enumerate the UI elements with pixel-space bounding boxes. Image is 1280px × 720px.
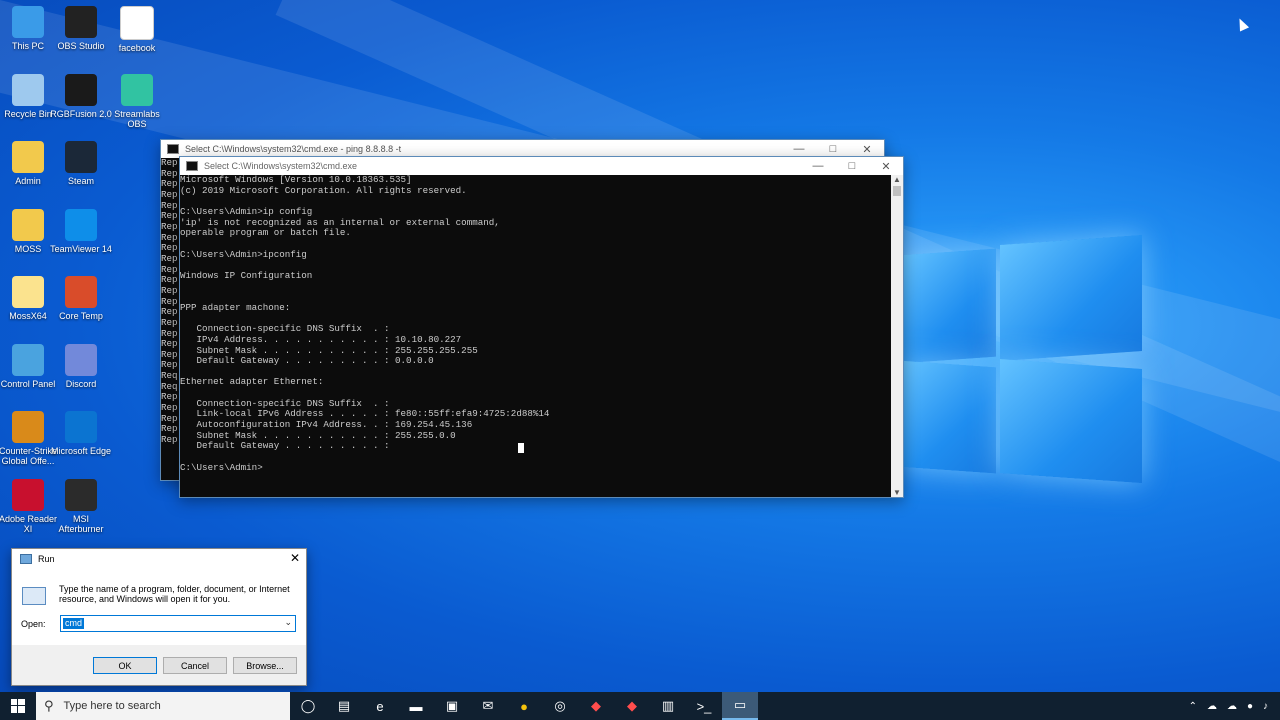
volume-icon[interactable]: ♪ [1263,701,1268,712]
edge-icon [65,411,97,443]
rgbfusion-icon [65,73,97,106]
scrollbar[interactable]: ▲ ▼ [891,175,903,497]
window-title: Select C:\Windows\system32\cmd.exe - pin… [185,144,402,154]
windows-logo-icon [900,235,1145,483]
ok-button[interactable]: OK [93,657,157,674]
cmd-icon [186,161,198,171]
desktop-icon-label: MSI Afterburner [58,513,104,534]
discord-icon [65,343,97,376]
onedrive-icon[interactable]: ☁ [1227,701,1237,712]
desktop-icon[interactable]: facebook [106,6,168,53]
scroll-up-icon[interactable]: ▲ [891,175,903,184]
control-panel-icon [12,343,44,376]
run-icon [22,587,46,605]
close-button[interactable]: ✕ [290,551,300,565]
browse-button[interactable]: Browse... [233,657,297,674]
obs-icon[interactable]: ◎ [542,692,578,720]
scroll-down-icon[interactable]: ▼ [891,488,903,497]
chevron-up-icon[interactable]: ⌃ [1189,701,1197,712]
task-view-icon[interactable]: ▤ [326,692,362,720]
dialog-description: Type the name of a program, folder, docu… [59,584,290,604]
open-label: Open: [21,619,46,629]
windows-start-icon [11,699,25,713]
titlebar[interactable]: Select C:\Windows\system32\cmd.exe — □ ✕ [180,157,903,175]
desktop-icon-label: Microsoft Edge [50,446,112,456]
run-dialog[interactable]: Run ✕ Type the name of a program, folder… [11,548,307,686]
cancel-button[interactable]: Cancel [163,657,227,674]
desktop-icon-label: Discord [65,378,97,389]
desktop-icon-label: OBS Studio [57,41,105,51]
desktop-icon[interactable]: Core Temp [50,276,112,321]
obs-icon [65,6,97,38]
run-icon [20,554,32,564]
search-icon: ⚲ [44,698,54,713]
open-combobox[interactable]: cmd ⌄ [60,615,296,632]
file-explorer-icon[interactable]: ▬ [398,692,434,720]
mail-icon[interactable]: ✉ [470,692,506,720]
this-pc-icon [12,6,44,38]
folder-icon [12,208,44,241]
search-placeholder: Type here to search [63,700,161,712]
file-icon [120,6,154,40]
steam-icon [65,141,97,173]
maximize-button[interactable]: □ [835,157,869,175]
minimize-button[interactable]: — [801,157,835,175]
taskbar-search-box[interactable]: ⚲ Type here to search [36,692,290,720]
dialog-title: Run [38,554,55,564]
mouse-pointer-icon [1234,16,1250,32]
scroll-thumb[interactable] [893,186,901,196]
desktop-icon[interactable]: TeamViewer 14 [50,208,112,254]
cortana-button[interactable]: ◯ [290,692,326,720]
desktop-icon[interactable]: OBS Studio [50,6,112,51]
chevron-down-icon[interactable]: ⌄ [284,617,292,628]
desktop-icon[interactable]: RGBFusion 2.0 [50,73,112,119]
desktop-icon-label: Steam [67,176,94,186]
taskbar: ⚲ Type here to search ◯ ▤ e ▬ ▣ ✉ ● ◎ ◆ ◆ ▥ >_ ▭ ⌃ … [0,692,1280,720]
store-icon[interactable]: ▣ [434,692,470,720]
notepad-icon[interactable]: ▥ [650,692,686,720]
desktop-icon[interactable]: Discord [50,343,112,389]
cmd-icon [167,144,179,154]
text-cursor [518,443,524,453]
close-button[interactable]: ✕ [869,157,903,175]
cmd-icon[interactable]: >_ [686,692,722,720]
edge-icon[interactable]: e [362,692,398,720]
desktop-icon[interactable]: Steam [50,141,112,186]
csgo-icon [12,411,44,443]
desktop-icon[interactable]: Microsoft Edge [50,411,112,456]
cloud-icon[interactable]: ☁ [1207,701,1217,712]
window-title: Select C:\Windows\system32\cmd.exe [204,161,358,171]
core-temp-icon [65,276,97,308]
desktop-icon-label: TeamViewer 14 [50,243,112,254]
adobe-reader-icon [12,478,44,511]
anydesk-icon[interactable]: ◆ [614,692,650,720]
open-input[interactable]: cmd [63,618,85,629]
desktop-icon[interactable]: Streamlabs OBS [106,73,168,129]
desktop-icon-label: Core Temp [59,311,103,321]
desktop-icon-label: facebook [118,43,156,53]
microphone-icon[interactable]: ● [1247,701,1253,712]
user-folder-icon [12,141,44,173]
desktop-icon-label: Streamlabs OBS [114,108,160,129]
streamlabs-icon [121,73,153,106]
chrome-icon[interactable]: ● [506,692,542,720]
run-icon[interactable]: ▭ [722,692,758,720]
folder-icon [12,276,44,308]
msi-afterburner-icon [65,478,97,511]
start-button[interactable] [0,692,36,720]
desktop-icon-label: RGBFusion 2.0 [50,108,112,119]
desktop-icon[interactable]: MSI Afterburner [50,478,112,534]
cmd-window[interactable]: Select C:\Windows\system32\cmd.exe — □ ✕… [179,156,904,498]
anydesk-icon[interactable]: ◆ [578,692,614,720]
desktop: This PC OBS Studio facebook Recycle Bin RGBF… [0,0,1280,692]
teamviewer-icon [65,208,97,241]
console-output[interactable]: Microsoft Windows [Version 10.0.18363.53… [180,175,891,497]
recycle-bin-icon [12,73,44,106]
